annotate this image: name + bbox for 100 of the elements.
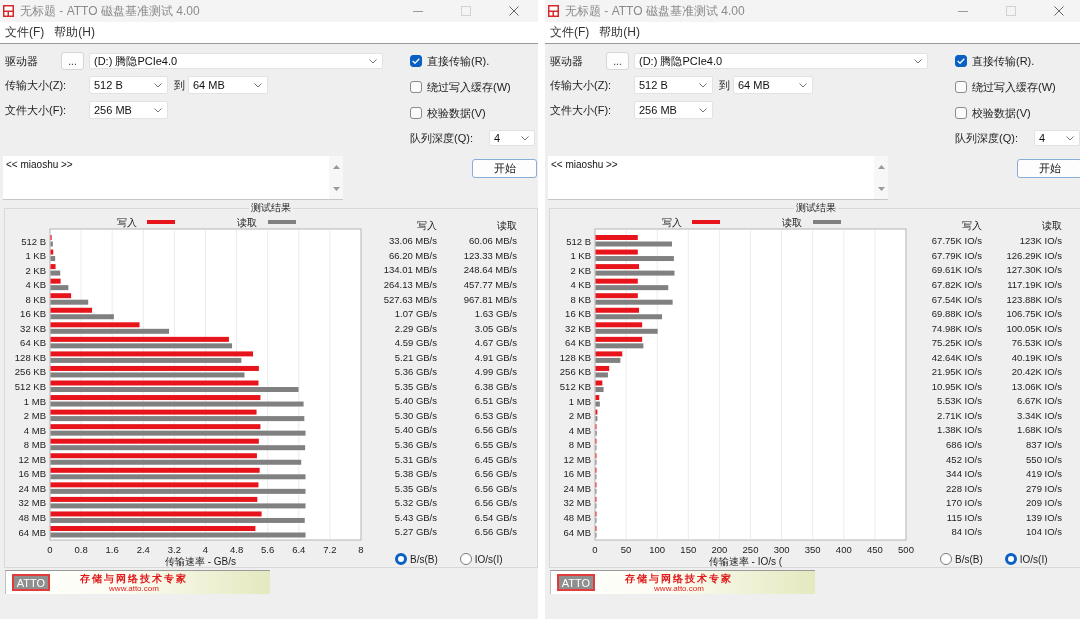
category-label: 32 MB bbox=[563, 497, 591, 509]
scroll-down-icon[interactable] bbox=[877, 187, 885, 191]
result-value: 139 IO/s bbox=[1025, 510, 1062, 525]
result-value: 117.19K IO/s bbox=[1006, 277, 1062, 292]
drive-select[interactable]: (D:) 腾隐PCIe4.0 bbox=[634, 53, 928, 69]
result-value: 123.88K IO/s bbox=[1005, 292, 1062, 307]
result-value: 344 IO/s bbox=[945, 467, 982, 481]
browse-button[interactable]: ... bbox=[61, 52, 84, 70]
category-label: 16 MB bbox=[18, 468, 46, 480]
result-value: 5.40 GB/s bbox=[393, 423, 437, 438]
description-field[interactable]: << miaoshu >> bbox=[548, 156, 888, 200]
scroll-up-icon[interactable] bbox=[332, 165, 340, 169]
category-label: 16 MB bbox=[563, 468, 591, 480]
menu-item[interactable]: 文件(F) bbox=[545, 24, 595, 41]
category-label: 16 KB bbox=[565, 308, 591, 320]
banner-slogan: 存储与网络技术专家 bbox=[625, 572, 733, 584]
description-field[interactable]: << miaoshu >> bbox=[3, 156, 343, 200]
tick-label: 50 bbox=[620, 543, 632, 555]
result-value: 20.42K IO/s bbox=[1010, 365, 1062, 379]
menu-item[interactable]: 文件(F) bbox=[0, 24, 50, 41]
tick-label: 5.6 bbox=[261, 543, 275, 555]
result-value: 100.05K IO/s bbox=[1005, 321, 1062, 336]
category-label: 32 KB bbox=[565, 322, 591, 334]
result-value: 1.63 GB/s bbox=[473, 307, 517, 321]
scrollbar[interactable] bbox=[329, 156, 343, 199]
result-value: 84 IO/s bbox=[950, 525, 982, 540]
column-header: 读取 bbox=[496, 219, 517, 233]
file-size-select[interactable]: 256 MB bbox=[634, 101, 713, 119]
result-value: 5.21 GB/s bbox=[393, 350, 437, 365]
radio-button[interactable] bbox=[940, 553, 952, 566]
category-label: 256 KB bbox=[559, 366, 591, 378]
result-value: 42.64K IO/s bbox=[930, 350, 982, 365]
checkbox[interactable] bbox=[955, 81, 967, 93]
category-label: 8 KB bbox=[570, 293, 591, 305]
result-value: 134.01 MB/s bbox=[382, 263, 437, 278]
category-label: 2 MB bbox=[23, 410, 46, 422]
app-icon bbox=[548, 5, 559, 17]
menu-item[interactable]: 帮助(H) bbox=[594, 24, 645, 41]
radio-button[interactable] bbox=[459, 553, 472, 566]
checkbox[interactable] bbox=[410, 81, 422, 93]
result-value: 66.20 MB/s bbox=[387, 248, 437, 263]
checkbox[interactable] bbox=[410, 107, 422, 119]
transfer-size-to-select[interactable]: 64 MB bbox=[188, 76, 268, 94]
scrollbar[interactable] bbox=[874, 156, 888, 199]
result-value: 6.56 GB/s bbox=[473, 423, 517, 438]
close-icon[interactable] bbox=[509, 6, 519, 16]
queue-depth-select[interactable]: 4 bbox=[1034, 130, 1080, 146]
result-value: 6.38 GB/s bbox=[473, 379, 517, 394]
category-label: 512 B bbox=[566, 235, 591, 247]
result-value: 74.98K IO/s bbox=[930, 321, 982, 336]
result-value: 6.56 GB/s bbox=[473, 481, 517, 496]
tick-label: 7.2 bbox=[323, 543, 337, 555]
checkbox[interactable] bbox=[410, 55, 422, 67]
result-value: 550 IO/s bbox=[1025, 452, 1062, 467]
scroll-up-icon[interactable] bbox=[877, 165, 885, 169]
start-button[interactable]: 开始 bbox=[472, 159, 537, 178]
radio-button[interactable] bbox=[395, 553, 407, 566]
file-size-select[interactable]: 256 MB bbox=[89, 101, 168, 119]
radio-button[interactable] bbox=[1004, 553, 1017, 566]
queue-depth-label: 队列深度(Q): bbox=[955, 130, 1019, 146]
browse-button[interactable]: ... bbox=[606, 52, 629, 70]
minimize-icon[interactable] bbox=[958, 10, 968, 12]
drive-select[interactable]: (D:) 腾隐PCIe4.0 bbox=[89, 53, 383, 69]
result-value: 6.54 GB/s bbox=[473, 510, 517, 525]
result-value: 686 IO/s bbox=[945, 437, 982, 452]
legend-label: 读取 bbox=[237, 216, 257, 228]
checkbox-label: 直接传输(R). bbox=[972, 53, 1035, 69]
checkbox[interactable] bbox=[955, 107, 967, 119]
category-label: 48 MB bbox=[563, 511, 591, 523]
chevron-down-icon bbox=[154, 107, 162, 113]
result-value: 5.36 GB/s bbox=[393, 365, 437, 379]
menu-item[interactable]: 帮助(H) bbox=[49, 24, 100, 41]
column-header: 读取 bbox=[1041, 219, 1062, 233]
result-value: 5.36 GB/s bbox=[393, 437, 437, 452]
start-button[interactable]: 开始 bbox=[1017, 159, 1080, 178]
transfer-size-from-select[interactable]: 512 B bbox=[634, 76, 713, 94]
transfer-size-from-select[interactable]: 512 B bbox=[89, 76, 168, 94]
result-value: 6.67K IO/s bbox=[1016, 394, 1062, 409]
transfer-size-to-select[interactable]: 64 MB bbox=[733, 76, 813, 94]
tick-label: 200 bbox=[711, 543, 728, 555]
checkbox-label: 校验数据(V) bbox=[427, 105, 486, 121]
queue-depth-select[interactable]: 4 bbox=[489, 130, 535, 146]
result-value: 419 IO/s bbox=[1025, 467, 1062, 481]
checkbox[interactable] bbox=[955, 55, 967, 67]
category-label: 64 KB bbox=[565, 337, 591, 349]
tick-label: 3.2 bbox=[167, 543, 181, 555]
result-value: 837 IO/s bbox=[1025, 437, 1062, 452]
minimize-icon[interactable] bbox=[413, 10, 423, 12]
transfer-size-label: 传输大小(Z): bbox=[550, 77, 613, 93]
legend-label: 写入 bbox=[662, 216, 682, 228]
scroll-down-icon[interactable] bbox=[332, 187, 340, 191]
result-value: 126.29K IO/s bbox=[1005, 248, 1062, 263]
result-value: 6.56 GB/s bbox=[473, 496, 517, 510]
category-label: 64 KB bbox=[20, 337, 46, 349]
category-label: 24 MB bbox=[563, 482, 591, 494]
close-icon[interactable] bbox=[1054, 6, 1064, 16]
result-value: 4.59 GB/s bbox=[393, 336, 437, 350]
category-label: 8 MB bbox=[568, 439, 591, 451]
tick-label: 0 bbox=[47, 543, 53, 555]
tick-label: 2.4 bbox=[136, 543, 150, 555]
